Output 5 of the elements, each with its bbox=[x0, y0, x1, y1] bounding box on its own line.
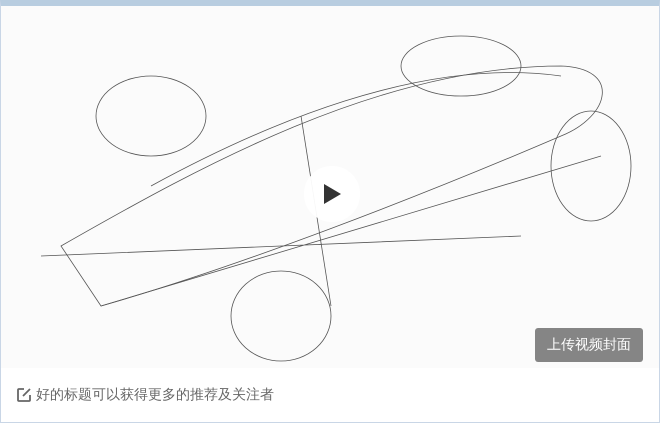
edit-icon bbox=[16, 387, 32, 403]
play-button[interactable] bbox=[304, 166, 360, 222]
play-icon bbox=[322, 183, 342, 205]
title-hint: 好的标题可以获得更多的推荐及关注者 bbox=[36, 386, 274, 404]
upload-cover-button[interactable]: 上传视频封面 bbox=[535, 328, 643, 362]
